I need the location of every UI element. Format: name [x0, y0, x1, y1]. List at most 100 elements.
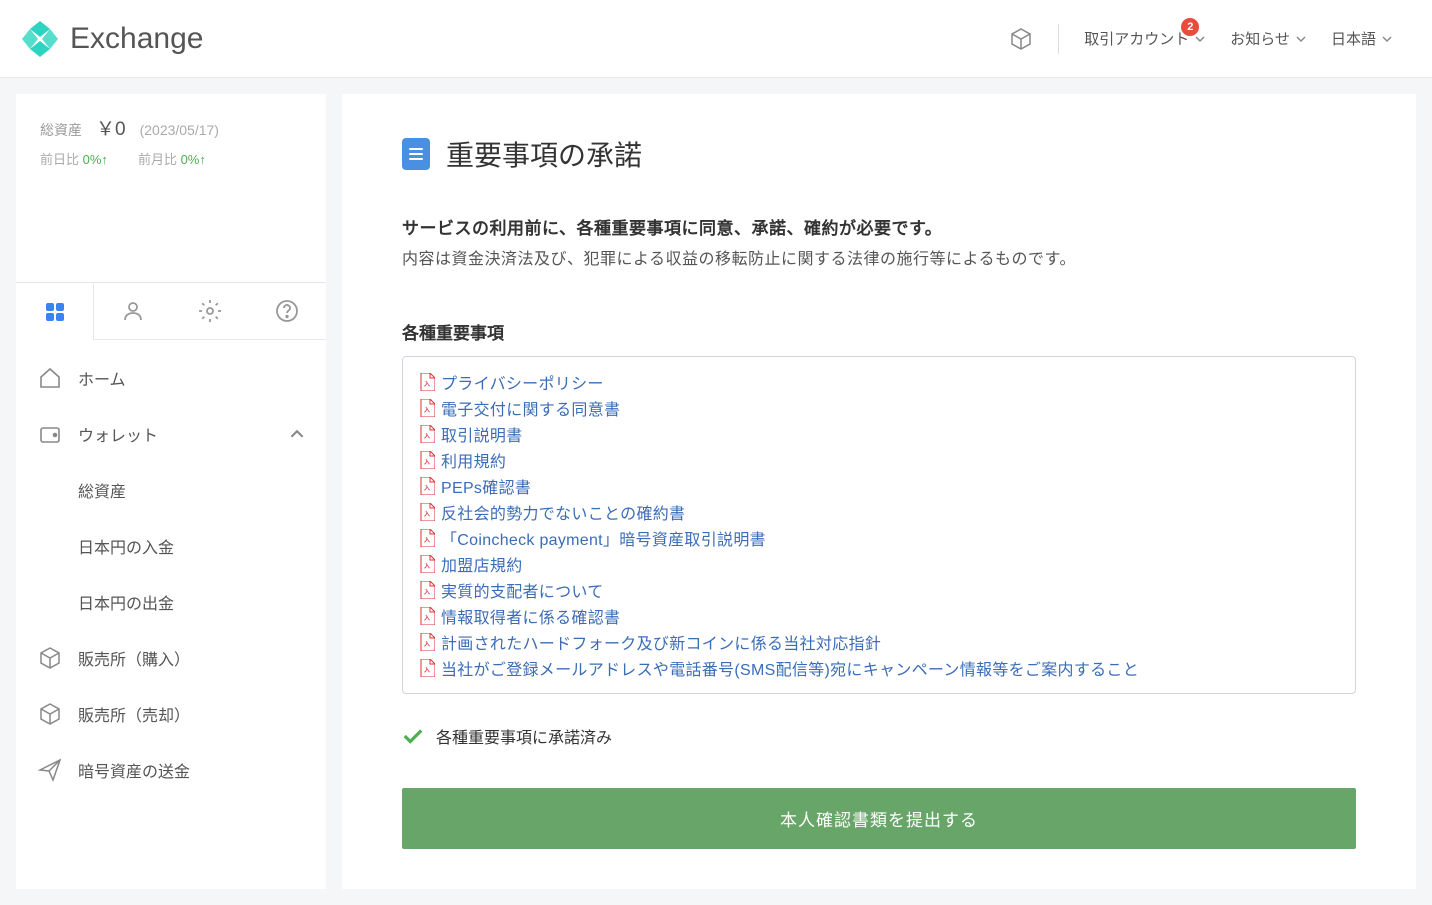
pdf-icon: 入	[419, 529, 435, 547]
svg-text:入: 入	[423, 537, 430, 544]
document-link[interactable]: PEPs確認書	[441, 474, 531, 498]
nav-wallet-total[interactable]: 総資産	[16, 462, 326, 518]
wallet-icon	[38, 422, 62, 446]
prev-day-stat: 前日比 0%↑	[40, 149, 108, 168]
notifications-label: お知らせ	[1230, 28, 1290, 49]
logo-area[interactable]: Exchange	[20, 19, 203, 59]
tab-profile[interactable]	[94, 283, 171, 339]
cube-icon	[38, 646, 62, 670]
pdf-icon: 入	[419, 373, 435, 391]
svg-text:入: 入	[423, 615, 430, 622]
nav-list: ホーム ウォレット 総資産 日本円の入金 日本円の出金	[16, 340, 326, 808]
svg-text:入: 入	[423, 563, 430, 570]
nav-home[interactable]: ホーム	[16, 350, 326, 406]
document-item: 入 実質的支配者について	[419, 577, 1339, 603]
tab-help[interactable]	[249, 283, 326, 339]
header: Exchange 取引アカウント 2 お知らせ 日本語	[0, 0, 1432, 78]
svg-text:入: 入	[423, 407, 430, 414]
sidebar-tabs	[16, 283, 326, 340]
document-link[interactable]: 利用規約	[441, 448, 506, 472]
pdf-icon: 入	[419, 659, 435, 677]
gear-icon	[198, 299, 222, 323]
home-icon	[38, 366, 62, 390]
document-item: 入 利用規約	[419, 447, 1339, 473]
document-link[interactable]: プライバシーポリシー	[441, 370, 604, 394]
nav-buy-label: 販売所（購入）	[78, 646, 190, 670]
send-icon	[38, 758, 62, 782]
cube-icon	[1009, 27, 1033, 51]
document-link[interactable]: 加盟店規約	[441, 552, 523, 576]
nav-home-label: ホーム	[78, 366, 126, 390]
check-icon	[402, 725, 424, 747]
svg-text:入: 入	[423, 511, 430, 518]
account-label: 取引アカウント	[1084, 28, 1189, 49]
pdf-icon: 入	[419, 477, 435, 495]
main-content: 重要事項の承諾 サービスの利用前に、各種重要事項に同意、承諾、確約が必要です。 …	[342, 94, 1416, 889]
pdf-icon: 入	[419, 399, 435, 417]
document-box: 入プライバシーポリシー入電子交付に関する同意書入取引説明書入利用規約入PEPs確…	[402, 356, 1356, 694]
pdf-icon: 入	[419, 503, 435, 521]
svg-text:入: 入	[423, 589, 430, 596]
brand-name: Exchange	[70, 22, 203, 56]
nav-send-crypto[interactable]: 暗号資産の送金	[16, 742, 326, 798]
help-icon	[275, 299, 299, 323]
cube-icon	[38, 702, 62, 726]
document-link[interactable]: 当社がご登録メールアドレスや電話番号(SMS配信等)宛にキャンペーン情報等をご案…	[441, 656, 1139, 680]
document-link[interactable]: 計画されたハードフォーク及び新コインに係る当社対応指針	[441, 630, 881, 654]
pdf-icon: 入	[419, 555, 435, 573]
document-item: 入 電子交付に関する同意書	[419, 395, 1339, 421]
page-title: 重要事項の承諾	[446, 134, 642, 174]
document-item: 入 情報取得者に係る確認書	[419, 603, 1339, 629]
pdf-icon: 入	[419, 581, 435, 599]
document-link[interactable]: 情報取得者に係る確認書	[441, 604, 620, 628]
nav-wallet[interactable]: ウォレット	[16, 406, 326, 462]
tab-dashboard[interactable]	[16, 284, 94, 340]
document-item: 入当社がご登録メールアドレスや電話番号(SMS配信等)宛にキャンペーン情報等をご…	[419, 655, 1339, 681]
language-label: 日本語	[1331, 28, 1376, 49]
consent-row: 各種重要事項に承諾済み	[402, 724, 1356, 748]
chevron-down-icon	[1195, 34, 1205, 44]
cube-button[interactable]	[1009, 27, 1033, 51]
svg-text:入: 入	[423, 459, 430, 466]
nav-send-label: 暗号資産の送金	[78, 758, 190, 782]
svg-text:入: 入	[423, 641, 430, 648]
nav-wallet-label: ウォレット	[78, 422, 158, 446]
pdf-icon: 入	[419, 633, 435, 651]
nav-wallet-deposit[interactable]: 日本円の入金	[16, 518, 326, 574]
document-link[interactable]: 電子交付に関する同意書	[441, 396, 620, 420]
intro-text: 内容は資金決済法及び、犯罪による収益の移転防止に関する法律の施行等によるものです…	[402, 245, 1356, 269]
pdf-icon: 入	[419, 607, 435, 625]
document-item: 入プライバシーポリシー	[419, 369, 1339, 395]
intro-bold: サービスの利用前に、各種重要事項に同意、承諾、確約が必要です。	[402, 214, 1356, 239]
document-link[interactable]: 「Coincheck payment」暗号資産取引説明書	[441, 526, 766, 550]
divider	[1058, 24, 1059, 54]
checklist-icon	[402, 138, 430, 170]
pdf-icon: 入	[419, 451, 435, 469]
user-icon	[121, 299, 145, 323]
asset-summary: 総資産 ￥0 (2023/05/17) 前日比 0%↑ 前月比 0%↑	[16, 94, 326, 192]
chevron-down-icon	[1382, 34, 1392, 44]
document-link[interactable]: 反社会的勢力でないことの確約書	[441, 500, 685, 524]
asset-date: (2023/05/17)	[140, 122, 219, 138]
document-item: 入 反社会的勢力でないことの確約書	[419, 499, 1339, 525]
chevron-down-icon	[1296, 34, 1306, 44]
svg-text:入: 入	[423, 485, 430, 492]
pdf-icon: 入	[419, 425, 435, 443]
notifications-dropdown[interactable]: お知らせ	[1230, 28, 1306, 49]
submit-button[interactable]: 本人確認書類を提出する	[402, 788, 1356, 849]
grid-icon	[43, 300, 67, 324]
document-link[interactable]: 実質的支配者について	[441, 578, 604, 602]
language-dropdown[interactable]: 日本語	[1331, 28, 1392, 49]
nav-sell[interactable]: 販売所（売却）	[16, 686, 326, 742]
sidebar: 総資産 ￥0 (2023/05/17) 前日比 0%↑ 前月比 0%↑	[16, 94, 326, 889]
nav-wallet-withdraw[interactable]: 日本円の出金	[16, 574, 326, 630]
nav-sell-label: 販売所（売却）	[78, 702, 190, 726]
prev-month-stat: 前月比 0%↑	[138, 149, 206, 168]
tab-settings[interactable]	[172, 283, 249, 339]
asset-value: ￥0	[96, 114, 126, 141]
document-link[interactable]: 取引説明書	[441, 422, 523, 446]
nav-buy[interactable]: 販売所（購入）	[16, 630, 326, 686]
consent-text: 各種重要事項に承諾済み	[436, 724, 612, 748]
document-item: 入 「Coincheck payment」暗号資産取引説明書	[419, 525, 1339, 551]
account-dropdown[interactable]: 取引アカウント 2	[1084, 28, 1205, 49]
